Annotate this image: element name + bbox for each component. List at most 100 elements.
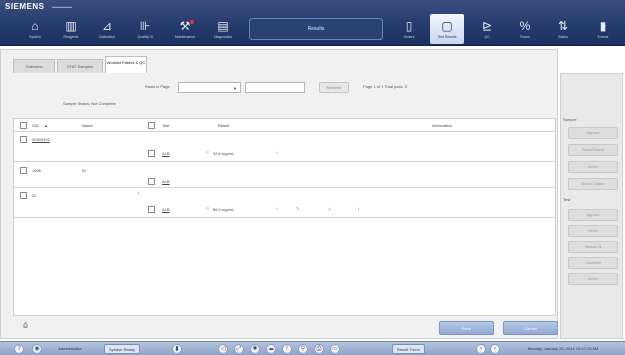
tab-overview[interactable]: Overview (13, 59, 55, 73)
tube-icon[interactable]: ▮ (172, 344, 182, 354)
status-icon: ⇅ (557, 19, 569, 33)
test-cell[interactable]: ALB (162, 179, 170, 184)
monitor-icon[interactable]: ▭ (330, 344, 340, 354)
test-rerun-button[interactable]: Rerun (568, 225, 618, 237)
info-icon[interactable]: ⊥ (328, 206, 331, 211)
nav-events-button[interactable]: ▮ Events (586, 14, 620, 44)
user-name: Administrator (58, 346, 82, 351)
test-comment-button[interactable]: Comment (568, 257, 618, 269)
test-actions-header: Test (563, 197, 571, 202)
row-checkbox[interactable] (20, 192, 27, 199)
save-button[interactable]: Save (439, 321, 494, 335)
nav-maintenance-button[interactable]: ⚒ Maintenance (168, 14, 202, 44)
row-checkbox[interactable] (20, 136, 27, 143)
table-row[interactable]: 20400102 ALB ⚐ 19.6 mg/mL ✓ (14, 132, 555, 162)
nav-reagents-button[interactable]: ▥ Reagents (54, 14, 88, 44)
nav-racks-button[interactable]: % Racks (508, 14, 542, 44)
chevron-down-icon: ▼ (233, 86, 237, 91)
qc-icon: ⊵ (481, 19, 493, 33)
sample-manual-dilution-button[interactable]: Manual Dilution (568, 178, 618, 190)
sample-rerun-button[interactable]: Rerun/Repeat (568, 144, 618, 156)
expand-icon[interactable]: ⤢ (234, 344, 244, 354)
retrieve-button[interactable]: Retrieve (319, 82, 349, 93)
test-cell[interactable]: ALB (162, 151, 170, 156)
approved-check-icon: ✓ (276, 206, 280, 211)
sid-cell[interactable]: 20400102 (32, 137, 50, 142)
system-state[interactable]: System Ready (104, 344, 141, 354)
results-table-header: SID ▲ Name Test Result Information (13, 118, 556, 132)
print-icon[interactable]: ⎙ (314, 344, 324, 354)
nav-prev-icon[interactable]: ◁ (218, 344, 228, 354)
test-cell[interactable]: ALB (162, 207, 170, 212)
column-name[interactable]: Name (82, 123, 93, 128)
search-input[interactable] (245, 82, 305, 93)
nav-calibration-button[interactable]: ⊿ Calibration (90, 14, 124, 44)
user-icon[interactable]: ◉ (32, 344, 42, 354)
nav-test-results-button[interactable]: ▢ Test Results (430, 14, 464, 44)
printer-icon[interactable]: ⎙ (23, 323, 28, 330)
name-cell: ID (82, 168, 86, 173)
results-table-body: 20400102 ALB ⚐ 19.6 mg/mL ✓ 1006 ID ALB … (13, 132, 556, 316)
nav-status-button[interactable]: ⇅ Status (546, 14, 580, 44)
rows-per-page-select[interactable]: ▼ (178, 82, 241, 93)
top-nav-bar: SIEMENS ▬▬▬▬▬ ⌂ System ▥ Reagents ⊿ Cali… (0, 0, 625, 46)
nav-diagnostics-button[interactable]: ▤ Diagnostics (206, 14, 240, 44)
settings-icon[interactable]: ✺ (250, 344, 260, 354)
result-cell: 86.4 mg/mL (213, 207, 235, 212)
racks-icon: % (519, 19, 531, 33)
sample-delete-button[interactable]: Delete (568, 161, 618, 173)
note-icon[interactable]: I (358, 206, 359, 211)
cloud-icon[interactable]: ☁ (266, 344, 276, 354)
table-row[interactable]: 20 I ALB ⚐ 86.4 mg/mL ✓ ✎ ⊥ I (14, 188, 555, 218)
bottom-taskbar: ? ◉ Administrator System Ready ▮ ◁ ⤢ ✺ ☁… (0, 341, 625, 355)
select-all-checkbox[interactable] (20, 122, 27, 129)
search-icon[interactable]: ⚲ (298, 344, 308, 354)
sort-asc-icon: ▲ (44, 123, 48, 128)
nav-qc-button[interactable]: ⊵ QC (470, 14, 504, 44)
sid-cell[interactable]: 1006 (32, 168, 41, 173)
nav-system-button[interactable]: ⌂ System (18, 14, 52, 44)
forward-icon[interactable]: › (490, 344, 500, 354)
results-title-field: Results (249, 18, 383, 40)
test-results-icon: ▢ (441, 19, 453, 33)
table-row[interactable]: 1006 ID ALB (14, 162, 555, 188)
test-manual-dil-button[interactable]: Manual Dil (568, 241, 618, 253)
test-checkbox[interactable] (148, 206, 155, 213)
row-checkbox[interactable] (20, 167, 27, 174)
quality-control-icon: ⊪ (139, 19, 151, 33)
nav-quality-control-button[interactable]: ⊪ QualityCtl (128, 14, 162, 44)
side-action-panel: Sample Approve Rerun/Repeat Delete Manua… (560, 73, 623, 339)
column-information[interactable]: Information (432, 123, 452, 128)
test-checkbox[interactable] (148, 178, 155, 185)
column-test[interactable]: Test (162, 123, 169, 128)
nav-orders-button[interactable]: ▯ Orders (392, 14, 426, 44)
tab-worklist[interactable]: Worklist Patient & QC (105, 56, 147, 73)
marker-cell: I (138, 190, 140, 195)
alert-badge (190, 20, 194, 24)
sample-status-text: Sample Status: Not Complete (63, 101, 116, 106)
cancel-button[interactable]: Cancel (503, 321, 558, 335)
sample-approve-button[interactable]: Approve (568, 127, 618, 139)
select-test-checkbox[interactable] (148, 122, 155, 129)
approved-check-icon: ✓ (276, 150, 280, 155)
column-result[interactable]: Result (218, 123, 229, 128)
tab-stat-samples[interactable]: STAT Samples (57, 59, 103, 73)
main-panel: Overview STAT Samples Worklist Patient &… (0, 49, 558, 339)
test-approve-button[interactable]: Approve (568, 209, 618, 221)
test-checkbox[interactable] (148, 150, 155, 157)
result-trend-button[interactable]: Result Trend (392, 344, 425, 354)
home-icon: ⌂ (31, 19, 39, 33)
sid-cell[interactable]: 20 (32, 193, 36, 198)
calibration-icon: ⊿ (101, 19, 113, 33)
brand-logo: SIEMENS (5, 2, 45, 11)
flag-icon: ⚐ (206, 150, 210, 155)
diagnostics-icon: ▤ (217, 19, 229, 33)
alert-icon[interactable]: ! (282, 344, 292, 354)
brand-subtitle: ▬▬▬▬▬ (52, 4, 72, 9)
orders-icon: ▯ (405, 19, 413, 33)
pencil-icon[interactable]: ✎ (296, 206, 299, 211)
back-icon[interactable]: ‹ (476, 344, 486, 354)
column-sid[interactable]: SID (32, 123, 39, 128)
test-delete-button[interactable]: Delete (568, 273, 618, 285)
help-icon[interactable]: ? (14, 344, 24, 354)
